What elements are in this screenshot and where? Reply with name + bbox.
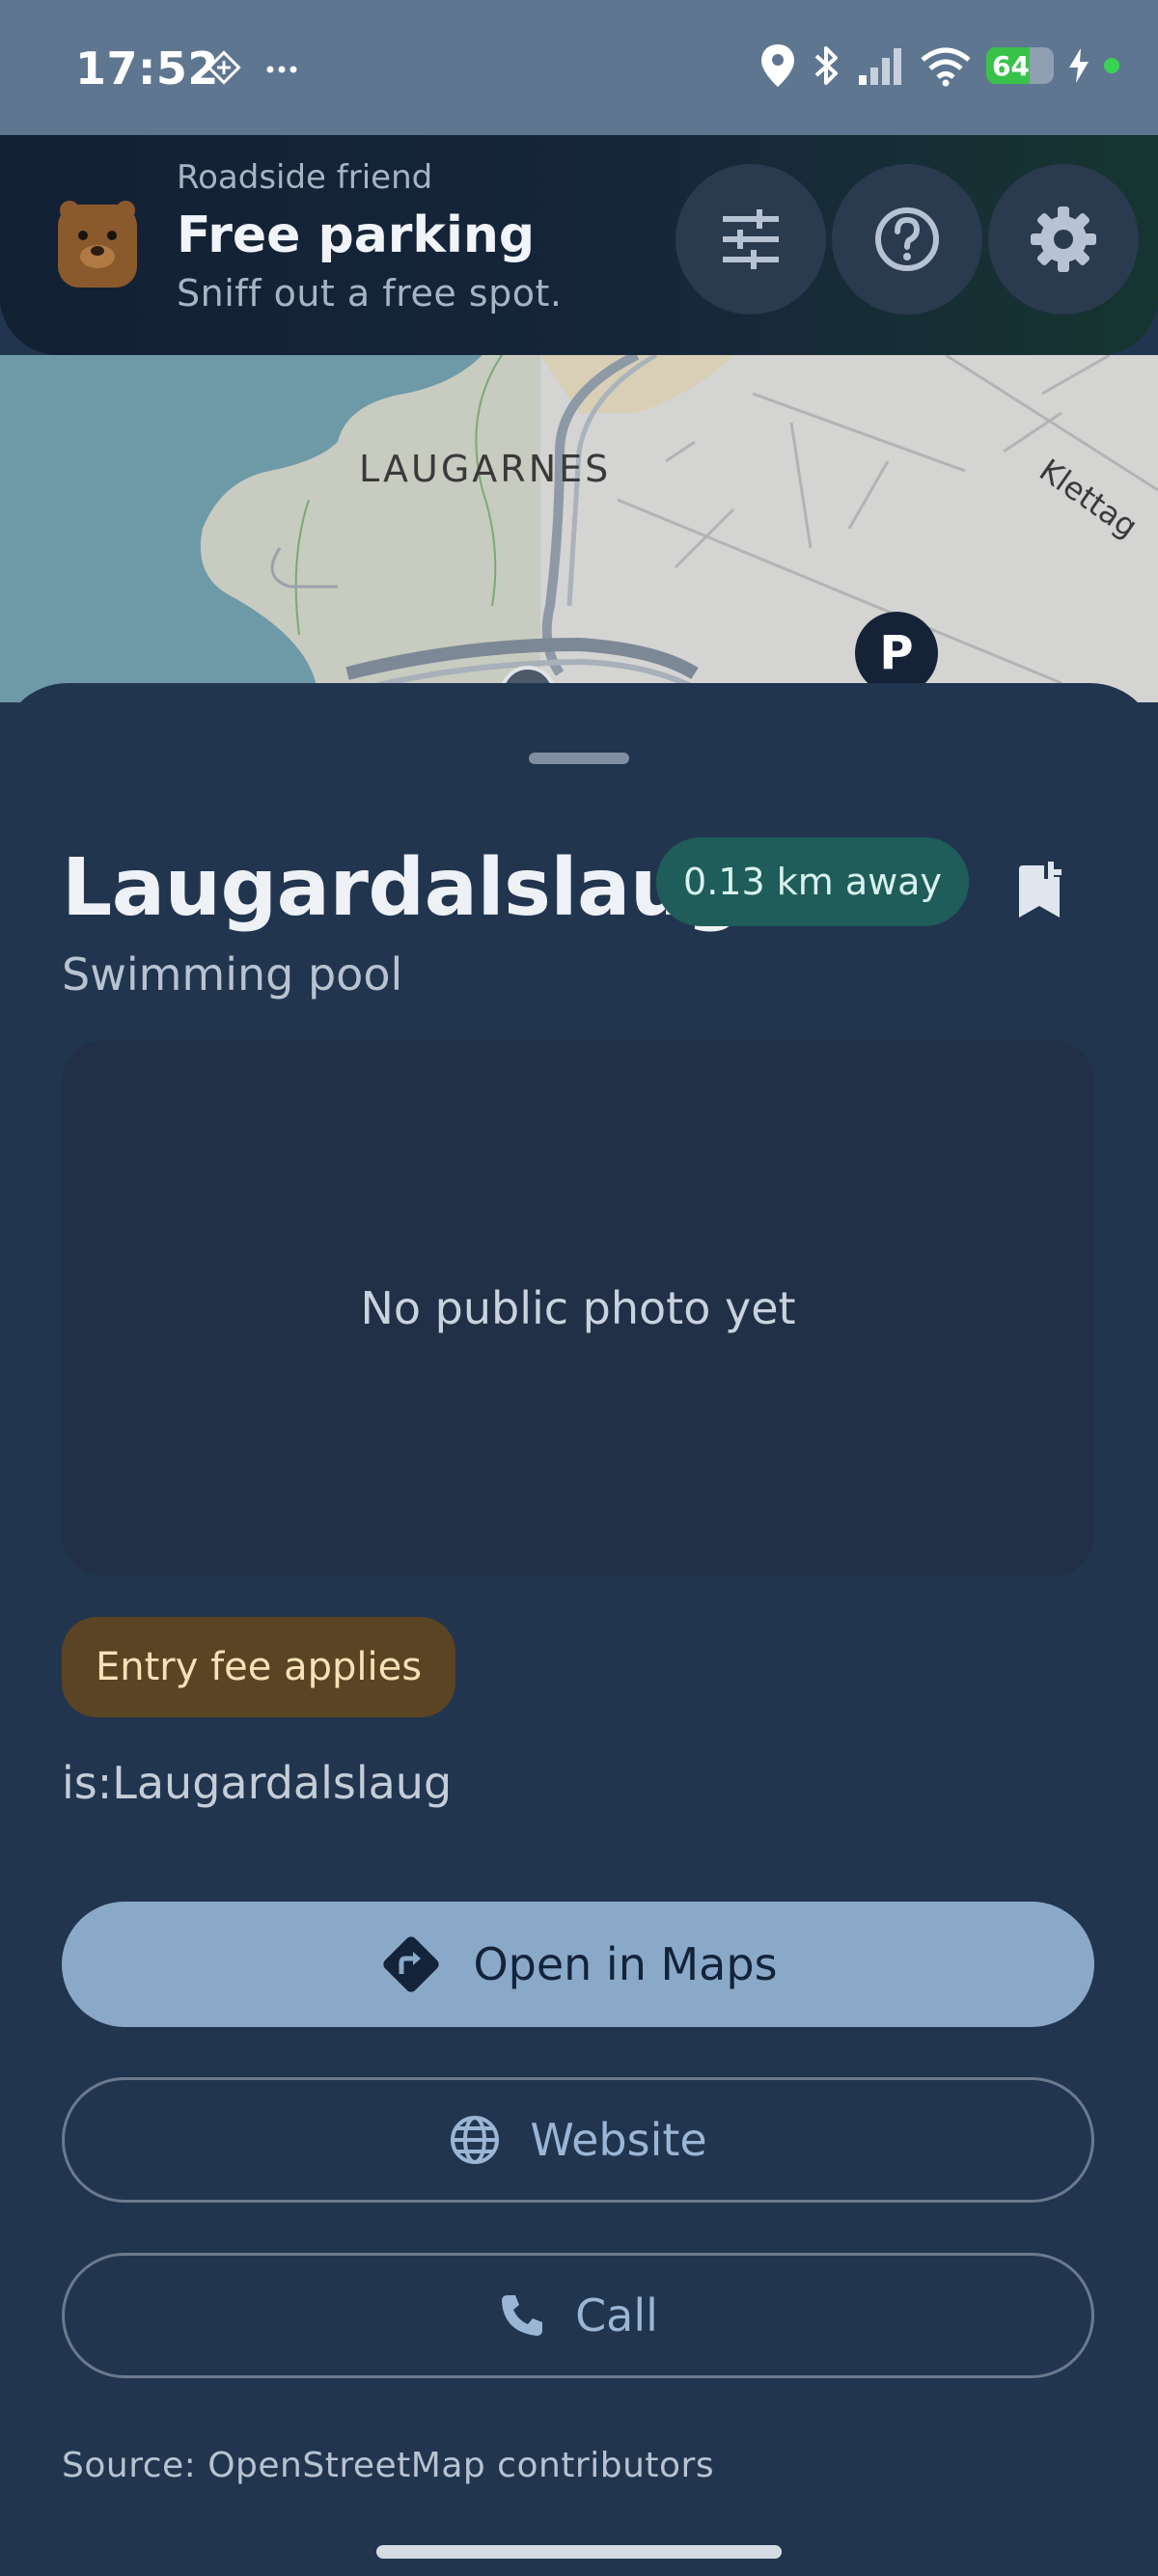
beaver-mascot-icon	[58, 201, 137, 288]
settings-button[interactable]	[988, 164, 1139, 315]
help-button[interactable]	[832, 164, 982, 315]
wifi-icon	[921, 47, 971, 87]
settings-icon	[1031, 206, 1096, 272]
place-title: Laugardalslaug	[62, 842, 742, 934]
parking-marker-label: P	[879, 626, 914, 680]
location-pin-icon	[761, 44, 794, 87]
phone-icon	[502, 2295, 543, 2336]
battery-level: 64	[992, 49, 1030, 82]
app-header: Roadside friend Free parking Sniff out a…	[0, 135, 1158, 355]
filters-icon	[723, 209, 779, 269]
header-tagline: Sniff out a free spot.	[177, 272, 563, 315]
header-title: Free parking	[177, 206, 536, 264]
status-time: 17:52	[75, 42, 219, 95]
place-alt-name: is:Laugardalslaug	[62, 1757, 453, 1809]
header-subtitle: Roadside friend	[177, 158, 433, 197]
drag-handle[interactable]	[529, 753, 629, 764]
photo-placeholder-text: No public photo yet	[360, 1282, 796, 1334]
signal-icon	[859, 48, 901, 85]
website-label: Website	[530, 2114, 707, 2166]
globe-icon	[451, 2116, 500, 2164]
bookmark-add-icon[interactable]	[1015, 862, 1063, 921]
more-dots-icon	[266, 66, 297, 73]
photo-placeholder: No public photo yet	[62, 1040, 1094, 1576]
status-bar: 17:52 64	[0, 0, 1158, 135]
privacy-indicator-dot	[1104, 58, 1119, 73]
call-button[interactable]: Call	[62, 2253, 1094, 2378]
bluetooth-icon	[814, 46, 838, 85]
place-details-sheet: Laugardalslaug 0.13 km away Swimming poo…	[0, 683, 1158, 2576]
website-button[interactable]: Website	[62, 2077, 1094, 2203]
entry-fee-badge: Entry fee applies	[62, 1617, 455, 1717]
help-icon	[875, 207, 939, 271]
map-view[interactable]: LAUGARNES Klettag P	[0, 355, 1158, 702]
map-district-label: LAUGARNES	[359, 448, 612, 490]
call-label: Call	[575, 2289, 658, 2342]
diamond-grid-icon	[207, 50, 241, 85]
charging-bolt-icon	[1069, 48, 1089, 83]
directions-icon	[383, 1936, 440, 1992]
filters-button[interactable]	[676, 164, 826, 315]
home-indicator[interactable]	[376, 2545, 782, 2559]
map-canvas	[0, 355, 1158, 702]
distance-badge: 0.13 km away	[656, 837, 969, 926]
open-in-maps-button[interactable]: Open in Maps	[62, 1902, 1094, 2027]
data-source-attribution: Source: OpenStreetMap contributors	[62, 2446, 715, 2485]
open-in-maps-label: Open in Maps	[473, 1938, 778, 1990]
battery-icon: 64	[986, 47, 1054, 84]
place-category: Swimming pool	[62, 948, 403, 1000]
